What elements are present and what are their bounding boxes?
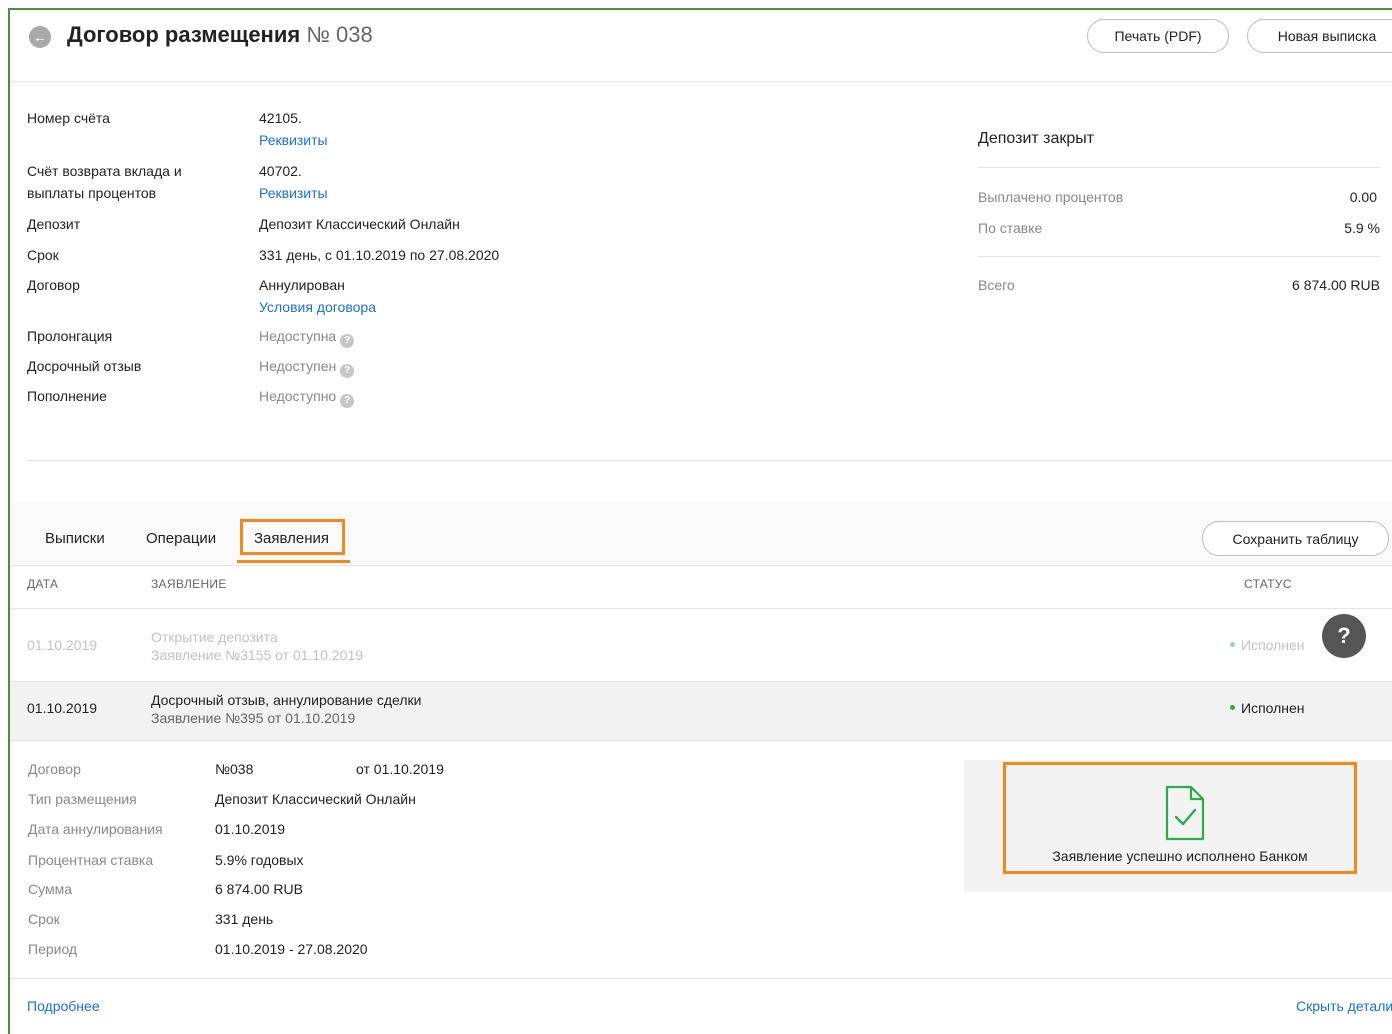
- hide-details-link[interactable]: Скрыть детали: [1296, 998, 1392, 1014]
- contract-number: № 038: [306, 22, 373, 47]
- topup-value: Недоступно?: [259, 386, 355, 408]
- topup-text: Недоступно: [259, 388, 337, 404]
- tab-highlight-frame: [240, 519, 345, 555]
- account-label: Номер счёта: [27, 110, 110, 126]
- deposit-value: Депозит Классический Онлайн: [259, 216, 460, 232]
- tab-operations[interactable]: Операции: [146, 530, 216, 547]
- row-date: 01.10.2019: [27, 637, 98, 653]
- paid-interest-label: Выплачено процентов: [978, 189, 1124, 205]
- success-highlight-frame: [1003, 762, 1357, 874]
- detail-contract-number: №038: [215, 761, 254, 777]
- deposit-label: Депозит: [27, 216, 81, 232]
- total-label: Всего: [978, 277, 1015, 293]
- contract-status: Аннулирован: [259, 277, 345, 293]
- deposit-closed-title: Депозит закрыт: [978, 130, 1095, 147]
- detail-type-label: Тип размещения: [28, 791, 137, 807]
- row-subtitle: Заявление №395 от 01.10.2019: [151, 710, 356, 726]
- row-status: Исполнен: [1230, 637, 1305, 653]
- tab-statements[interactable]: Выписки: [45, 530, 105, 547]
- rate-label: По ставке: [978, 220, 1043, 236]
- status-dot-icon: [1230, 642, 1235, 647]
- question-icon[interactable]: ?: [340, 364, 355, 378]
- paid-interest-value: 0.00: [1349, 189, 1377, 205]
- row-subtitle: Заявление №3155 от 01.10.2019: [151, 647, 364, 663]
- section-divider: [27, 460, 1392, 461]
- row-status-text: Исполнен: [1241, 637, 1305, 653]
- term-value: 331 день, с 01.10.2019 по 27.08.2020: [259, 247, 500, 263]
- account-value: 42105.: [259, 110, 302, 126]
- detail-contract-date: от 01.10.2019: [356, 761, 444, 777]
- contract-label: Договор: [27, 277, 80, 293]
- early-withdrawal-label: Досрочный отзыв: [27, 358, 142, 374]
- total-value: 6 874.00 RUB: [1292, 277, 1380, 293]
- row-title: Открытие депозита: [151, 629, 278, 645]
- row-status: Исполнен: [1230, 700, 1305, 716]
- table-row[interactable]: [10, 609, 1392, 681]
- early-withdrawal-value: Недоступен?: [259, 356, 355, 378]
- prolongation-label: Пролонгация: [27, 328, 113, 344]
- footer-divider: [10, 978, 1392, 979]
- summary-divider: [978, 167, 1380, 168]
- detail-rate-label: Процентная ставка: [28, 852, 154, 868]
- return-account-label-1: Счёт возврата вклада и: [27, 163, 182, 179]
- return-account-label-2: выплаты процентов: [27, 185, 157, 201]
- detail-period-label: Период: [28, 941, 78, 957]
- question-icon[interactable]: ?: [340, 394, 355, 408]
- page-title: Договор размещения № 038: [67, 22, 373, 48]
- return-account-value: 40702.: [259, 163, 302, 179]
- detail-cancel-date-value: 01.10.2019: [215, 821, 286, 837]
- detail-rate-value: 5.9% годовых: [215, 852, 304, 868]
- tab-bar: [10, 502, 1392, 566]
- detail-period-value: 01.10.2019 - 27.08.2020: [215, 941, 368, 957]
- col-application-header[interactable]: ЗАЯВЛЕНИЕ: [151, 577, 227, 591]
- col-date-header[interactable]: ДАТА: [27, 577, 58, 591]
- back-arrow-icon[interactable]: ←: [29, 26, 51, 48]
- detail-term-label: Срок: [28, 911, 60, 927]
- row-title: Досрочный отзыв, аннулирование сделки: [151, 692, 422, 708]
- detail-sum-value: 6 874.00 RUB: [215, 881, 303, 897]
- detail-term-value: 331 день: [215, 911, 274, 927]
- term-label: Срок: [27, 247, 59, 263]
- detail-type-value: Депозит Классический Онлайн: [215, 791, 416, 807]
- save-table-button[interactable]: Сохранить таблицу: [1202, 521, 1389, 556]
- return-requisites-link[interactable]: Реквизиты: [259, 183, 328, 204]
- detail-cancel-date-label: Дата аннулирования: [28, 821, 163, 837]
- print-pdf-button[interactable]: Печать (PDF): [1087, 19, 1229, 53]
- help-question-icon[interactable]: ?: [1322, 614, 1366, 658]
- prolongation-value: Недоступна?: [259, 326, 355, 348]
- title-text: Договор размещения: [67, 22, 301, 47]
- detail-sum-label: Сумма: [28, 881, 72, 897]
- account-requisites-link[interactable]: Реквизиты: [259, 130, 328, 151]
- contract-terms-link[interactable]: Условия договора: [259, 297, 376, 318]
- prolongation-text: Недоступна: [259, 328, 337, 344]
- status-dot-icon: [1230, 705, 1235, 710]
- active-tab-underline: [237, 560, 350, 563]
- topup-label: Пополнение: [27, 388, 107, 404]
- question-icon[interactable]: ?: [340, 334, 355, 348]
- rate-value: 5.9 %: [1344, 220, 1380, 236]
- new-statement-button[interactable]: Новая выписка: [1247, 19, 1392, 53]
- row-status-text: Исполнен: [1241, 700, 1305, 716]
- detail-contract-label: Договор: [28, 761, 81, 777]
- summary-divider: [978, 256, 1380, 257]
- more-details-link[interactable]: Подробнее: [27, 998, 100, 1014]
- early-withdrawal-text: Недоступен: [259, 358, 337, 374]
- row-date: 01.10.2019: [27, 700, 98, 716]
- col-status-header[interactable]: СТАТУС: [1244, 577, 1292, 591]
